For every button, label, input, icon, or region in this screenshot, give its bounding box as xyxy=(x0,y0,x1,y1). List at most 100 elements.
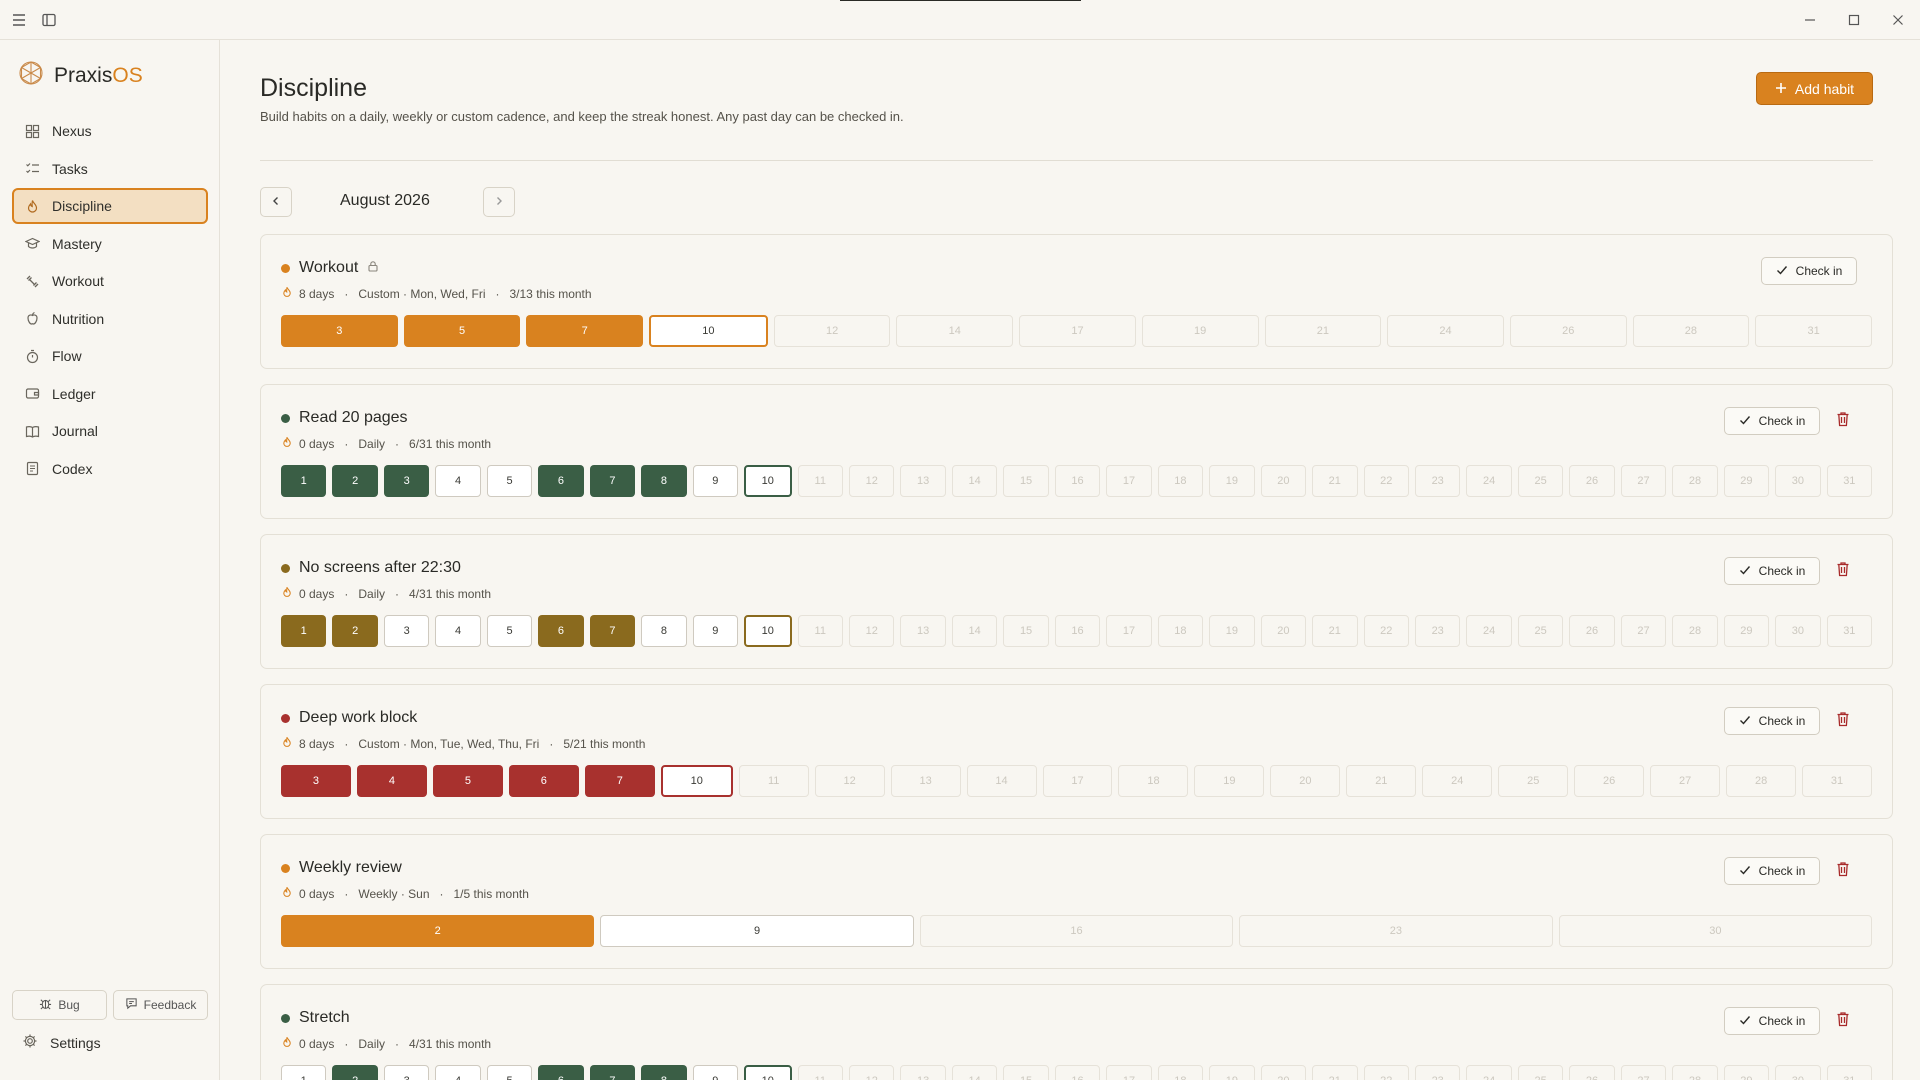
day-cell[interactable]: 10 xyxy=(744,1065,792,1080)
day-cell[interactable]: 3 xyxy=(281,315,398,347)
sidebar-item-tasks[interactable]: Tasks xyxy=(12,151,208,187)
day-cell: 31 xyxy=(1826,1065,1873,1080)
feedback-button[interactable]: Feedback xyxy=(113,990,208,1020)
delete-habit-button[interactable] xyxy=(1832,410,1854,432)
day-cell: 24 xyxy=(1387,315,1504,347)
day-grid: 1234567891011121314151617181920212223242… xyxy=(281,615,1873,647)
day-cell[interactable]: 5 xyxy=(403,315,521,347)
day-cell[interactable]: 6 xyxy=(538,615,584,647)
day-cell[interactable]: 4 xyxy=(356,765,427,797)
bug-button[interactable]: Bug xyxy=(12,990,107,1020)
day-cell: 20 xyxy=(1270,765,1341,797)
sidebar-item-label: Mastery xyxy=(52,235,102,252)
close-icon[interactable] xyxy=(1876,0,1920,40)
day-cell[interactable]: 7 xyxy=(589,1065,636,1080)
day-cell[interactable]: 5 xyxy=(432,765,503,797)
sidebar-item-discipline[interactable]: Discipline xyxy=(12,188,208,224)
day-cell[interactable]: 8 xyxy=(641,1065,687,1080)
day-cell: 17 xyxy=(1106,615,1152,647)
day-cell[interactable]: 4 xyxy=(435,465,481,497)
delete-habit-button[interactable] xyxy=(1832,1010,1854,1032)
day-cell[interactable]: 8 xyxy=(641,615,687,647)
delete-habit-button[interactable] xyxy=(1832,710,1854,732)
day-cell[interactable]: 7 xyxy=(584,765,655,797)
day-cell[interactable]: 9 xyxy=(692,1065,739,1080)
settings-item[interactable]: Settings xyxy=(22,1033,101,1052)
day-cell[interactable]: 3 xyxy=(383,615,430,647)
check-in-button[interactable]: Check in xyxy=(1724,707,1820,735)
day-cell[interactable]: 3 xyxy=(383,1065,430,1080)
day-cell[interactable]: 4 xyxy=(435,615,481,647)
habit-streak: 8 days xyxy=(299,286,335,301)
day-cell[interactable]: 10 xyxy=(660,765,733,797)
day-cell[interactable]: 10 xyxy=(744,465,792,497)
day-cell: 22 xyxy=(1363,615,1409,647)
day-cell[interactable]: 9 xyxy=(692,615,739,647)
day-cell: 18 xyxy=(1157,615,1204,647)
maximize-icon[interactable] xyxy=(1832,0,1876,40)
delete-habit-button[interactable] xyxy=(1832,560,1854,582)
day-cell: 15 xyxy=(1003,465,1049,497)
menu-icon[interactable] xyxy=(4,5,34,35)
day-cell[interactable]: 7 xyxy=(526,315,644,347)
day-cell: 25 xyxy=(1517,465,1564,497)
day-cell[interactable]: 5 xyxy=(486,1065,533,1080)
sidebar-item-codex[interactable]: Codex xyxy=(12,451,208,487)
check-in-button[interactable]: Check in xyxy=(1724,1007,1820,1035)
habit-cadence: Daily xyxy=(358,436,386,451)
check-in-button[interactable]: Check in xyxy=(1724,557,1820,585)
habit-name: Workout xyxy=(299,259,359,276)
day-cell[interactable]: 9 xyxy=(600,915,914,947)
day-cell[interactable]: 3 xyxy=(383,465,430,497)
day-cell[interactable]: 2 xyxy=(332,1065,378,1080)
sidebar-item-flow[interactable]: Flow xyxy=(12,338,208,374)
day-cell[interactable]: 5 xyxy=(486,465,533,497)
minimize-icon[interactable] xyxy=(1788,0,1832,40)
sidebar-item-mastery[interactable]: Mastery xyxy=(12,226,208,262)
day-cell[interactable]: 6 xyxy=(508,765,579,797)
day-cell[interactable]: 3 xyxy=(281,765,351,797)
trash-icon xyxy=(1836,1011,1850,1032)
sidebar-toggle-icon[interactable] xyxy=(34,5,64,35)
check-in-button[interactable]: Check in xyxy=(1761,257,1857,285)
sidebar-item-ledger[interactable]: Ledger xyxy=(12,376,208,412)
day-cell[interactable]: 10 xyxy=(744,615,792,647)
next-month-button[interactable] xyxy=(483,187,515,217)
day-cell[interactable]: 10 xyxy=(649,315,768,347)
check-in-button[interactable]: Check in xyxy=(1724,857,1820,885)
add-habit-button[interactable]: Add habit xyxy=(1756,72,1873,105)
day-cell[interactable]: 7 xyxy=(589,615,636,647)
sidebar-item-workout[interactable]: Workout xyxy=(12,263,208,299)
day-cell[interactable]: 2 xyxy=(332,465,378,497)
day-cell[interactable]: 4 xyxy=(435,1065,481,1080)
main-content: Discipline Build habits on a daily, week… xyxy=(220,40,1910,1080)
day-cell[interactable]: 2 xyxy=(281,915,595,947)
meta-separator: · xyxy=(549,736,554,751)
day-cell[interactable]: 2 xyxy=(332,615,378,647)
day-cell[interactable]: 8 xyxy=(641,465,687,497)
day-cell[interactable]: 9 xyxy=(692,465,739,497)
day-cell[interactable]: 6 xyxy=(538,1065,584,1080)
day-cell[interactable]: 1 xyxy=(281,1065,327,1080)
habit-name: Deep work block xyxy=(299,709,418,726)
day-cell: 28 xyxy=(1632,315,1750,347)
day-cell: 21 xyxy=(1346,765,1417,797)
prev-month-button[interactable] xyxy=(260,187,292,217)
day-cell[interactable]: 1 xyxy=(281,465,327,497)
day-cell: 23 xyxy=(1239,915,1553,947)
sidebar-item-nutrition[interactable]: Nutrition xyxy=(12,301,208,337)
sidebar-item-journal[interactable]: Journal xyxy=(12,413,208,449)
scroll-icon xyxy=(24,461,40,477)
habit-meta: 0 days · Daily · 4/31 this month xyxy=(281,1036,491,1051)
day-cell: 25 xyxy=(1498,765,1569,797)
day-cell[interactable]: 5 xyxy=(486,615,533,647)
day-cell[interactable]: 1 xyxy=(281,615,327,647)
day-cell[interactable]: 6 xyxy=(538,465,584,497)
habit-streak: 0 days xyxy=(299,1036,335,1051)
day-cell: 26 xyxy=(1569,615,1615,647)
check-in-button[interactable]: Check in xyxy=(1724,407,1820,435)
delete-habit-button[interactable] xyxy=(1832,860,1854,882)
sidebar-item-nexus[interactable]: Nexus xyxy=(12,113,208,149)
habit-color-dot xyxy=(281,263,290,273)
day-cell[interactable]: 7 xyxy=(589,465,636,497)
